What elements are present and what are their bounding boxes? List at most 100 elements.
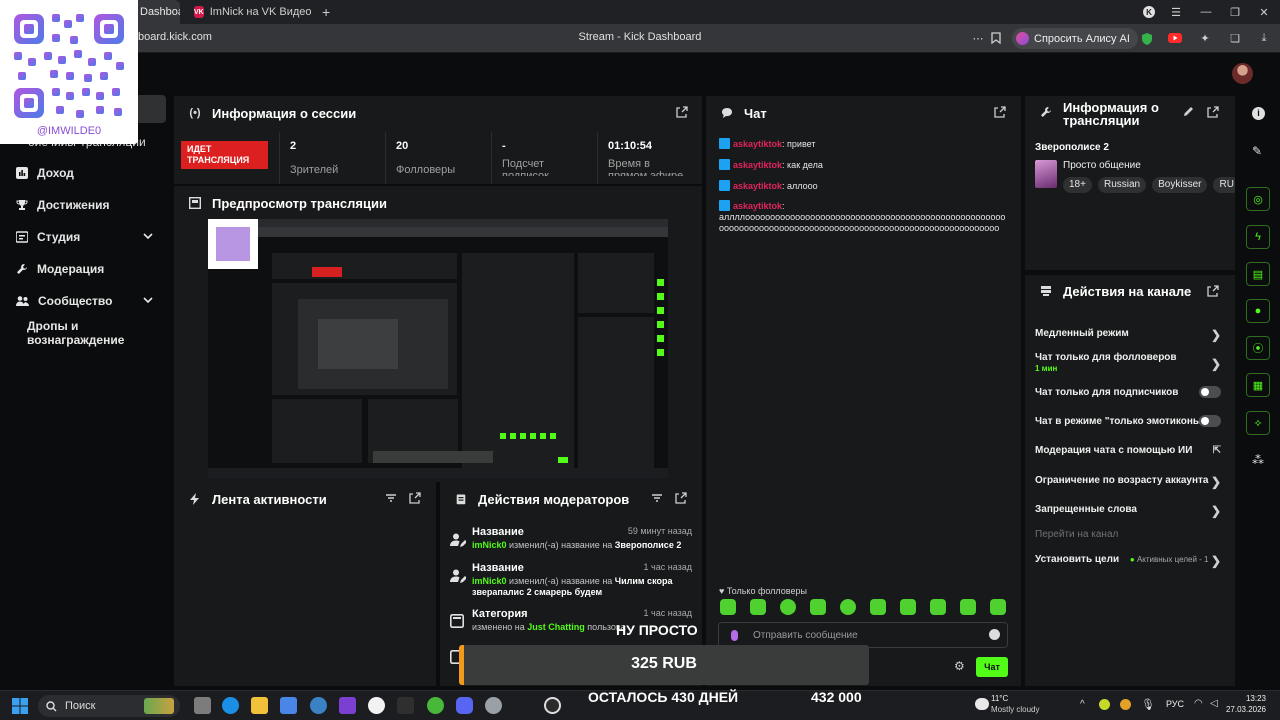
chat-username[interactable]: askaytiktok (733, 181, 782, 191)
set-goals-row[interactable]: Установить цели ● Активных целей - 1 ❯ (1035, 554, 1225, 568)
tab-vk-video[interactable]: VK ImNick на VK Видео Live (184, 0, 314, 24)
followers-only-row[interactable]: Чат только для фолловеров 1 мин ❯ (1035, 352, 1225, 373)
pencil-icon[interactable] (1183, 106, 1197, 120)
discord-icon[interactable] (456, 697, 473, 714)
profile-icon[interactable]: K (1141, 4, 1157, 20)
download-icon[interactable]: ⤓ (1256, 30, 1272, 46)
popout-icon[interactable] (675, 492, 689, 506)
chat-settings-gear-icon[interactable]: ⚙ (954, 660, 967, 673)
info-icon[interactable]: i (1252, 107, 1265, 120)
user-avatar[interactable] (1232, 63, 1253, 84)
taskbar-search[interactable]: Поиск (38, 695, 180, 717)
tray-app-icon[interactable] (1099, 699, 1110, 710)
close-button[interactable]: ✕ (1256, 4, 1272, 20)
emote-icon[interactable] (810, 599, 826, 615)
yandex-browser-icon[interactable] (368, 697, 385, 714)
filter-icon[interactable] (651, 492, 665, 506)
more-dots-icon[interactable]: ⋯ (970, 30, 986, 46)
minimize-button[interactable]: — (1198, 4, 1214, 20)
send-chat-button[interactable]: Чат (976, 657, 1008, 677)
chat-username[interactable]: askaytiktok (733, 160, 782, 170)
emote-icon[interactable] (990, 599, 1006, 615)
wifi-icon[interactable]: ◠ (1194, 698, 1203, 709)
store-icon[interactable] (280, 697, 297, 714)
restore-button[interactable]: ❐ (1227, 4, 1243, 20)
target-icon[interactable]: ◎ (1246, 187, 1270, 211)
popout-icon[interactable] (1207, 106, 1221, 120)
clock-time[interactable]: 13:23 (1222, 694, 1266, 703)
volume-icon[interactable]: ◁ (1210, 698, 1218, 709)
sidebar-item-community[interactable]: Сообщество (0, 288, 172, 314)
chat-username[interactable]: askaytiktok (733, 139, 782, 149)
broadcast-icon[interactable]: ⦿ (1246, 336, 1270, 360)
subscribers-only-toggle[interactable] (1199, 386, 1221, 398)
document-icon[interactable]: ▤ (1246, 262, 1270, 286)
account-age-row[interactable]: Ограничение по возрасту аккаунта ❯ (1035, 475, 1225, 489)
banned-words-row[interactable]: Запрещенные слова ❯ (1035, 504, 1225, 518)
slow-mode-row[interactable]: Медленный режим ❯ (1035, 328, 1225, 342)
app-icon[interactable] (310, 697, 327, 714)
stream-preview-video[interactable] (208, 219, 668, 478)
popout-icon[interactable] (1207, 285, 1221, 299)
ai-moderation-row[interactable]: Модерация чата с помощью ИИ ⇱ (1035, 445, 1225, 456)
emote-icon[interactable] (780, 599, 796, 615)
chevron-down-icon[interactable] (142, 230, 154, 242)
microphone-icon[interactable] (731, 630, 738, 641)
chevron-right-icon: ❯ (1210, 357, 1221, 371)
popout-icon[interactable] (676, 106, 690, 120)
pencil-icon[interactable]: ✎ (1252, 144, 1262, 158)
emote-icon[interactable] (840, 599, 856, 615)
wrench-icon[interactable]: ✧ (1246, 411, 1270, 435)
category-thumbnail[interactable] (1035, 160, 1057, 188)
bookmark-icon[interactable] (988, 30, 1004, 46)
emote-icon[interactable] (720, 599, 736, 615)
mod-username[interactable]: imNick0 (472, 540, 507, 550)
sidebar-item-studio[interactable]: Студия (0, 224, 172, 250)
popout-icon[interactable] (994, 106, 1008, 120)
app-icon[interactable] (427, 697, 444, 714)
settings-gear-icon[interactable] (485, 697, 502, 714)
youtube-icon[interactable] (1167, 30, 1183, 46)
file-explorer-icon[interactable] (251, 697, 268, 714)
sidebar-item-moderation[interactable]: Модерация (0, 256, 172, 282)
emote-icon[interactable] (960, 599, 976, 615)
sidebar-item-achievements[interactable]: Достижения (0, 192, 172, 218)
tray-app-icon[interactable] (1120, 699, 1131, 710)
task-view-icon[interactable] (194, 697, 211, 714)
emote-icon[interactable] (900, 599, 916, 615)
stat-label: Фолловеры (396, 164, 456, 176)
chat-mode-indicator[interactable]: ♥ Только фолловеры (719, 586, 807, 596)
windows-start-icon[interactable] (12, 698, 28, 714)
sidebar-item-income[interactable]: Доход (0, 160, 172, 186)
chat-bubble-icon[interactable]: ● (1246, 299, 1270, 323)
emote-icon[interactable] (930, 599, 946, 615)
chat-username[interactable]: askaytiktok (733, 201, 782, 211)
emote-icon[interactable] (870, 599, 886, 615)
emote-only-toggle[interactable] (1199, 415, 1221, 427)
share-icon[interactable]: ⁂ (1252, 453, 1264, 467)
terminal-icon[interactable] (397, 697, 414, 714)
ask-alice-button[interactable]: Спросить Алису AI (1012, 28, 1138, 49)
extensions-icon[interactable]: ✦ (1197, 30, 1213, 46)
edge-browser-icon[interactable] (222, 697, 239, 714)
new-tab-button[interactable]: + (318, 0, 338, 24)
chevron-down-icon[interactable] (142, 294, 154, 306)
app-icon[interactable] (339, 697, 356, 714)
collections-icon[interactable]: ❏ (1227, 30, 1243, 46)
emoji-icon[interactable] (989, 629, 1000, 640)
microphone-icon[interactable]: 🎙 (1141, 698, 1155, 711)
mod-username[interactable]: imNick0 (472, 576, 507, 586)
obs-icon[interactable] (544, 697, 561, 714)
tray-chevron-up-icon[interactable]: ^ (1080, 699, 1085, 710)
bookmarks-list-icon[interactable]: ☰ (1168, 4, 1184, 20)
clock-date[interactable]: 27.03.2026 (1222, 705, 1266, 714)
go-to-channel-link[interactable]: Перейти на канал (1035, 529, 1225, 540)
language-indicator[interactable]: РУС (1166, 699, 1184, 709)
filter-icon[interactable] (385, 492, 399, 506)
layout-icon[interactable]: ▦ (1246, 373, 1270, 397)
popout-icon[interactable] (409, 492, 423, 506)
shield-icon[interactable] (1139, 30, 1155, 46)
emote-icon[interactable] (750, 599, 766, 615)
sidebar-item-drops[interactable]: Дропы и вознаграждение (0, 319, 172, 347)
bolt-icon[interactable]: ϟ (1246, 225, 1270, 249)
